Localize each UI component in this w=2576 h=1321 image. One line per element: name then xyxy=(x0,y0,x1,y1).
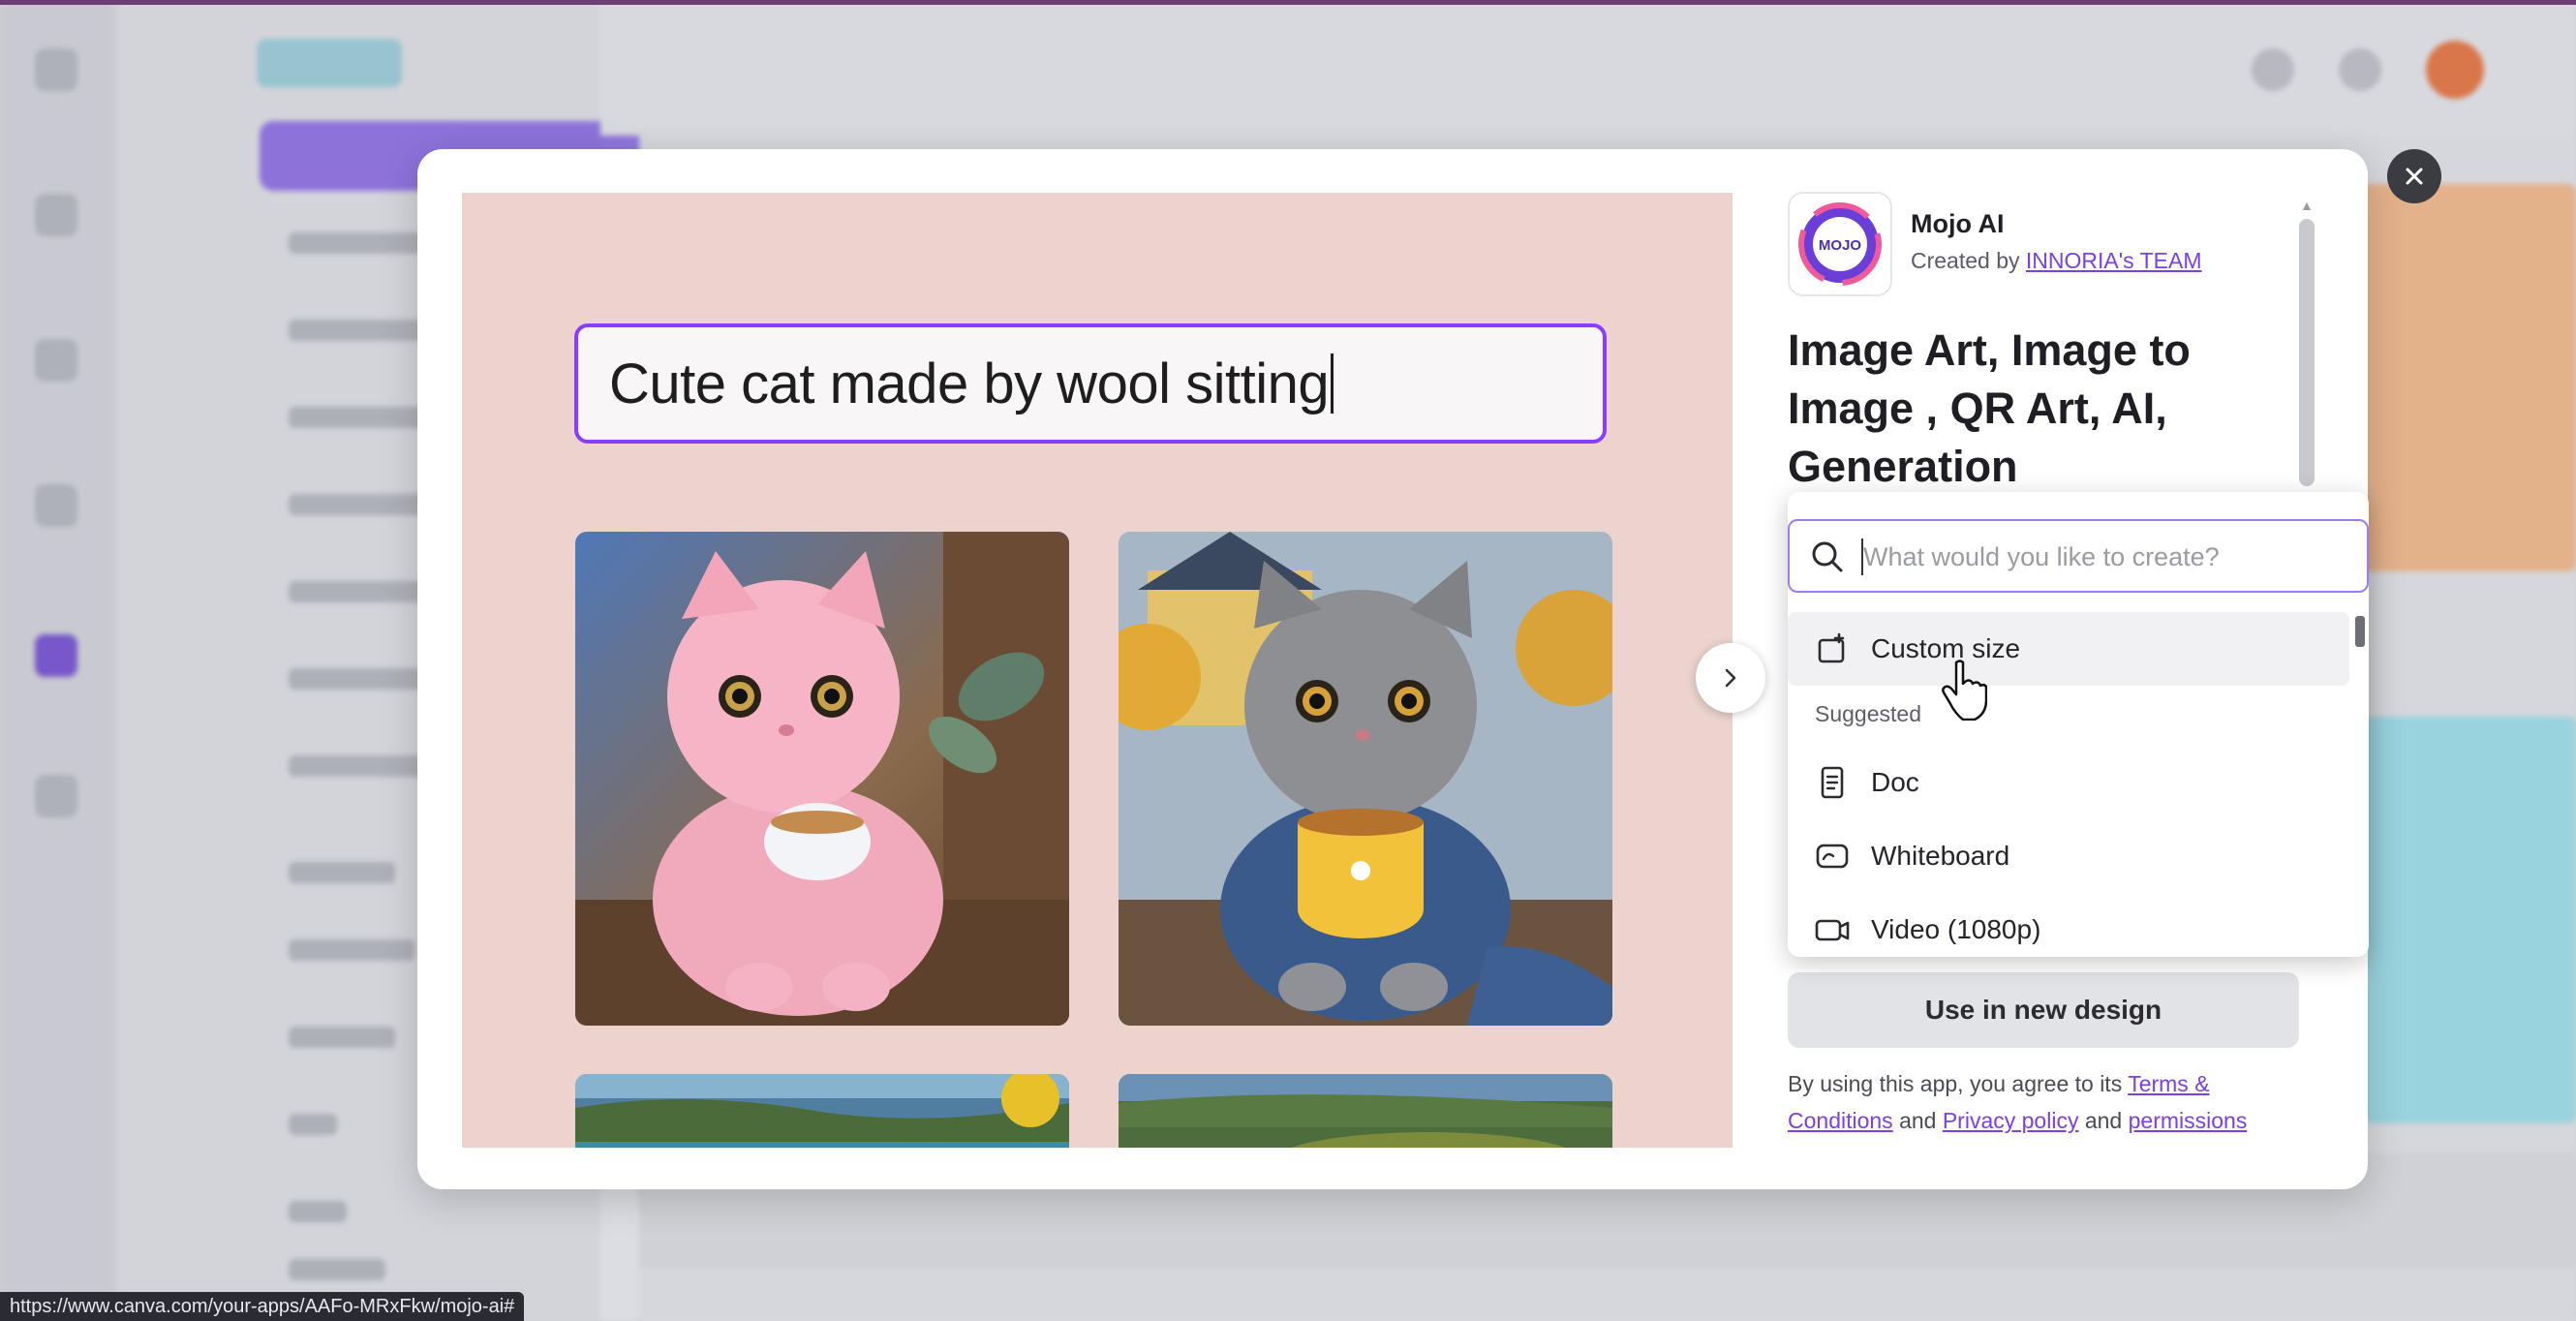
privacy-policy-link[interactable]: Privacy policy xyxy=(1943,1108,2079,1133)
mojo-logo-icon: MOJO xyxy=(1798,202,1882,286)
preview-panel: Cute cat made by wool sitting xyxy=(462,193,1733,1148)
status-bar-url: https://www.canva.com/your-apps/AAFo-MRx… xyxy=(0,1292,525,1321)
design-search-input[interactable] xyxy=(1861,535,2349,579)
search-icon xyxy=(1812,541,1843,572)
prompt-input[interactable]: Cute cat made by wool sitting xyxy=(574,323,1607,444)
generated-image-2[interactable] xyxy=(1119,532,1612,1026)
dropdown-item-label: Whiteboard xyxy=(1871,841,2010,871)
generated-image-4[interactable] xyxy=(1119,1074,1612,1148)
app-credit: Created by INNORIA's TEAM xyxy=(1911,248,2202,274)
text-caret xyxy=(1331,353,1334,414)
panel-scrollbar-thumb[interactable] xyxy=(2299,219,2315,486)
close-modal-button[interactable] xyxy=(2387,149,2441,203)
next-images-button[interactable] xyxy=(1696,643,1765,713)
app-logo-text: MOJO xyxy=(1819,237,1862,254)
dropdown-item-whiteboard[interactable]: Whiteboard xyxy=(1788,819,2349,893)
use-in-new-design-button[interactable]: Use in new design xyxy=(1788,972,2299,1048)
bg-left-rail xyxy=(0,0,116,1321)
app-title: Image Art, Image to Image , QR Art, AI, … xyxy=(1788,325,2191,491)
terms-and-1: and xyxy=(1899,1108,1937,1133)
dropdown-scrollbar-thumb[interactable] xyxy=(2355,616,2365,647)
search-caret xyxy=(1861,538,1863,575)
permissions-link[interactable]: permissions xyxy=(2129,1108,2248,1133)
top-accent-bar xyxy=(0,0,2576,5)
chevron-right-icon xyxy=(1725,668,1736,688)
custom-size-option[interactable]: Custom size xyxy=(1788,612,2349,686)
generated-image-1[interactable] xyxy=(575,532,1069,1026)
prompt-text: Cute cat made by wool sitting xyxy=(609,352,1330,415)
video-icon xyxy=(1813,910,1852,949)
close-icon xyxy=(2406,168,2423,185)
custom-size-icon xyxy=(1813,630,1852,668)
dropdown-item-label: Doc xyxy=(1871,767,1919,797)
terms-and-2: and xyxy=(2084,1108,2123,1133)
whiteboard-icon xyxy=(1813,837,1852,876)
scroll-up-arrow-icon[interactable]: ▲ xyxy=(2300,198,2314,213)
dropdown-item-label: Video (1080p) xyxy=(1871,914,2041,944)
design-search-box[interactable] xyxy=(1788,519,2369,593)
hand-cursor-icon xyxy=(1942,660,1987,721)
created-by-prefix: Created by xyxy=(1911,248,2020,273)
terms-text: By using this app, you agree to its Term… xyxy=(1788,1065,2311,1139)
create-design-dropdown: Custom size Suggested Doc Whiteboard V xyxy=(1788,492,2369,957)
app-name: Mojo AI xyxy=(1911,209,2005,238)
dropdown-item-doc[interactable]: Doc xyxy=(1788,746,2349,819)
terms-prefix: By using this app, you agree to its xyxy=(1788,1071,2123,1096)
app-logo: MOJO xyxy=(1788,192,1892,296)
generated-image-3[interactable] xyxy=(575,1074,1069,1148)
creator-link[interactable]: INNORIA's TEAM xyxy=(2026,248,2202,273)
dropdown-item-video[interactable]: Video (1080p) xyxy=(1788,893,2349,957)
suggested-section-label: Suggested xyxy=(1815,701,1921,726)
doc-icon xyxy=(1813,763,1852,802)
